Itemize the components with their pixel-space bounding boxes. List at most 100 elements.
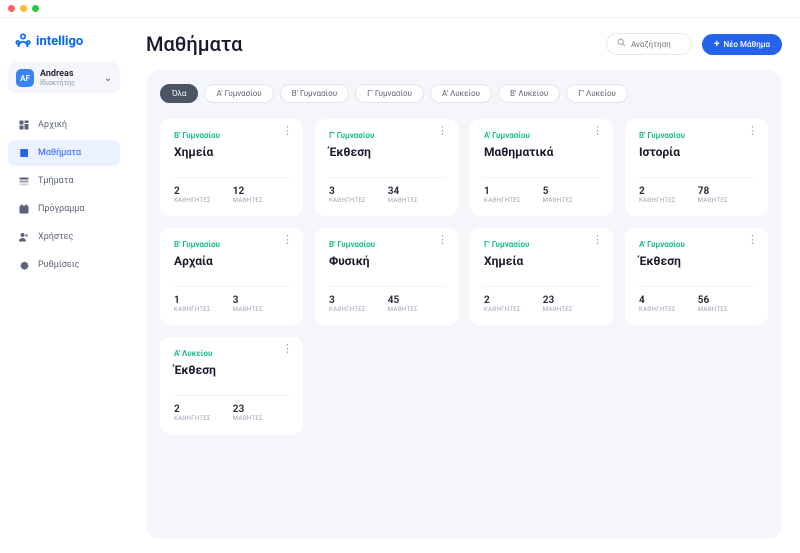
- students-label: ΜΑΘΗΤΕΣ: [543, 306, 573, 313]
- filter-pill[interactable]: Α' Λυκείου: [430, 84, 492, 103]
- students-label: ΜΑΘΗΤΕΣ: [233, 415, 263, 422]
- teachers-count: 2: [174, 404, 211, 415]
- calendar-icon: [18, 203, 30, 215]
- teachers-label: ΚΑΘΗΓΗΤΕΣ: [484, 306, 521, 313]
- logo[interactable]: intelligo: [8, 28, 120, 62]
- course-card[interactable]: ⋮Β' Γυμνασίου Ιστορία 2ΚΑΘΗΓΗΤΕΣ78ΜΑΘΗΤΕΣ: [625, 119, 768, 216]
- card-title: Χημεία: [484, 254, 599, 268]
- teachers-count: 1: [174, 295, 211, 306]
- card-menu-icon[interactable]: ⋮: [282, 238, 293, 242]
- students-label: ΜΑΘΗΤΕΣ: [233, 197, 263, 204]
- filter-pill[interactable]: Α' Γυμνασίου: [204, 84, 273, 103]
- course-card[interactable]: ⋮Α' ΓυμνασίουΈκθεση4ΚΑΘΗΓΗΤΕΣ56ΜΑΘΗΤΕΣ: [625, 228, 768, 325]
- card-grade: Γ' Γυμνασίου: [484, 240, 599, 249]
- card-menu-icon[interactable]: ⋮: [592, 238, 603, 242]
- card-title: Μαθηματικά: [484, 145, 599, 159]
- card-title: Έκθεση: [174, 363, 289, 377]
- nav-label: Χρήστες: [38, 232, 73, 242]
- teachers-count: 3: [329, 295, 366, 306]
- course-card[interactable]: ⋮Β' Γυμνασίου Αρχαία 1ΚΑΘΗΓΗΤΕΣ3ΜΑΘΗΤΕΣ: [160, 228, 303, 325]
- content-area: Όλα Α' Γυμνασίου Β' Γυμνασίου Γ' Γυμνασίου Α…: [146, 70, 782, 539]
- card-menu-icon[interactable]: ⋮: [437, 238, 448, 242]
- gear-icon: [18, 259, 30, 271]
- avatar: AF: [16, 69, 34, 87]
- nav-label: Πρόγραμμα: [38, 204, 85, 214]
- course-card[interactable]: ⋮Γ' ΓυμνασίουΧημεία2ΚΑΘΗΓΗΤΕΣ23ΜΑΘΗΤΕΣ: [470, 228, 613, 325]
- minimize-dot[interactable]: [20, 5, 27, 12]
- card-grade: Α' Γυμνασίου: [484, 131, 599, 140]
- nav-item-gear[interactable]: Ρυθμίσεις: [8, 252, 120, 278]
- card-title: Φυσική: [329, 254, 444, 268]
- card-title: Έκθεση: [329, 145, 444, 159]
- card-title: Ιστορία: [639, 145, 754, 159]
- nav-item-users[interactable]: Χρήστες: [8, 224, 120, 250]
- maximize-dot[interactable]: [32, 5, 39, 12]
- card-stats: 4ΚΑΘΗΓΗΤΕΣ56ΜΑΘΗΤΕΣ: [639, 286, 754, 313]
- teachers-label: ΚΑΘΗΓΗΤΕΣ: [329, 306, 366, 313]
- layers-icon: [18, 175, 30, 187]
- close-dot[interactable]: [8, 5, 15, 12]
- students-label: ΜΑΘΗΤΕΣ: [388, 306, 418, 313]
- card-menu-icon[interactable]: ⋮: [592, 129, 603, 133]
- chevron-down-icon: ⌄: [104, 73, 112, 84]
- card-title: Αρχαία: [174, 254, 289, 268]
- students-count: 56: [698, 295, 728, 306]
- card-stats: 3ΚΑΘΗΓΗΤΕΣ34ΜΑΘΗΤΕΣ: [329, 177, 444, 204]
- nav-item-calendar[interactable]: Πρόγραμμα: [8, 196, 120, 222]
- filter-pill[interactable]: Όλα: [160, 84, 198, 103]
- search-box[interactable]: [606, 33, 692, 55]
- course-card[interactable]: ⋮Α' Λυκείου Έκθεση 2ΚΑΘΗΓΗΤΕΣ23ΜΑΘΗΤΕΣ: [160, 337, 303, 434]
- nav-label: Μαθήματα: [38, 148, 81, 158]
- filter-pill[interactable]: Γ' Λυκείου: [566, 84, 628, 103]
- card-menu-icon[interactable]: ⋮: [282, 347, 293, 351]
- students-count: 5: [543, 186, 573, 197]
- students-count: 23: [543, 295, 573, 306]
- teachers-count: 2: [174, 186, 211, 197]
- card-menu-icon[interactable]: ⋮: [437, 129, 448, 133]
- card-stats: 2ΚΑΘΗΓΗΤΕΣ23ΜΑΘΗΤΕΣ: [484, 286, 599, 313]
- card-stats: 1ΚΑΘΗΓΗΤΕΣ3ΜΑΘΗΤΕΣ: [174, 286, 289, 313]
- card-stats: 1ΚΑΘΗΓΗΤΕΣ5ΜΑΘΗΤΕΣ: [484, 177, 599, 204]
- course-card[interactable]: ⋮Β' ΓυμνασίουΧημεία2ΚΑΘΗΓΗΤΕΣ12ΜΑΘΗΤΕΣ: [160, 119, 303, 216]
- window-chrome: [0, 0, 800, 18]
- sidebar: intelligo AF Andreas Ιδιοκτήτης ⌄ Αρχική…: [0, 18, 128, 553]
- user-card[interactable]: AF Andreas Ιδιοκτήτης ⌄: [8, 62, 120, 94]
- course-card[interactable]: ⋮Β' ΓυμνασίουΦυσική3ΚΑΘΗΓΗΤΕΣ45ΜΑΘΗΤΕΣ: [315, 228, 458, 325]
- search-icon: [617, 38, 626, 50]
- filter-pill[interactable]: Γ' Γυμνασίου: [355, 84, 424, 103]
- nav-item-book[interactable]: Μαθήματα: [8, 140, 120, 166]
- nav: Αρχική Μαθήματα Τμήματα Πρόγραμμα Χρήστες Ρυθ…: [8, 112, 120, 278]
- course-card[interactable]: ⋮Α' ΓυμνασίουΜαθηματικά1ΚΑΘΗΓΗΤΕΣ5ΜΑΘΗΤΕ…: [470, 119, 613, 216]
- card-menu-icon[interactable]: ⋮: [747, 129, 758, 133]
- search-input[interactable]: [631, 40, 681, 49]
- logo-text: intelligo: [36, 34, 83, 49]
- teachers-label: ΚΑΘΗΓΗΤΕΣ: [639, 197, 676, 204]
- card-title: Χημεία: [174, 145, 289, 159]
- teachers-label: ΚΑΘΗΓΗΤΕΣ: [329, 197, 366, 204]
- new-course-label: Νέο Μάθημα: [723, 40, 770, 49]
- card-grade: Α' Λυκείου: [174, 349, 289, 358]
- course-card[interactable]: ⋮Γ' ΓυμνασίουΈκθεση3ΚΑΘΗΓΗΤΕΣ34ΜΑΘΗΤΕΣ: [315, 119, 458, 216]
- card-grade: Α' Γυμνασίου: [639, 240, 754, 249]
- card-stats: 2ΚΑΘΗΓΗΤΕΣ78ΜΑΘΗΤΕΣ: [639, 177, 754, 204]
- card-stats: 2ΚΑΘΗΓΗΤΕΣ23ΜΑΘΗΤΕΣ: [174, 395, 289, 422]
- filter-pill[interactable]: Β' Γυμνασίου: [280, 84, 349, 103]
- new-course-button[interactable]: + Νέο Μάθημα: [702, 34, 782, 55]
- students-count: 34: [388, 186, 418, 197]
- nav-item-dashboard[interactable]: Αρχική: [8, 112, 120, 138]
- students-label: ΜΑΘΗΤΕΣ: [543, 197, 573, 204]
- teachers-label: ΚΑΘΗΓΗΤΕΣ: [484, 197, 521, 204]
- students-count: 12: [233, 186, 263, 197]
- card-grade: Β' Γυμνασίου: [174, 240, 289, 249]
- filter-pill[interactable]: Β' Λυκείου: [498, 84, 560, 103]
- nav-item-layers[interactable]: Τμήματα: [8, 168, 120, 194]
- card-menu-icon[interactable]: ⋮: [747, 238, 758, 242]
- nav-label: Ρυθμίσεις: [38, 260, 79, 270]
- students-count: 45: [388, 295, 418, 306]
- teachers-count: 2: [639, 186, 676, 197]
- teachers-label: ΚΑΘΗΓΗΤΕΣ: [174, 306, 211, 313]
- students-label: ΜΑΘΗΤΕΣ: [388, 197, 418, 204]
- card-grade: Β' Γυμνασίου: [639, 131, 754, 140]
- card-menu-icon[interactable]: ⋮: [282, 129, 293, 133]
- user-name: Andreas: [40, 69, 98, 79]
